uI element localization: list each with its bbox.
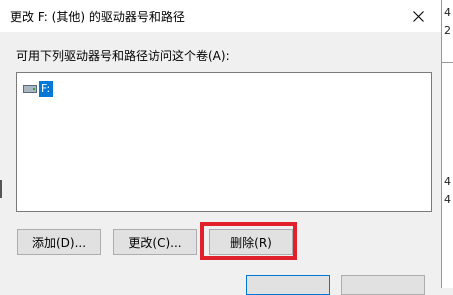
background-window-strip: 4 2 4 4: [442, 0, 453, 288]
ok-button[interactable]: [246, 275, 330, 295]
close-button[interactable]: [395, 0, 441, 32]
background-text: 4: [444, 6, 451, 19]
list-item[interactable]: F:: [23, 80, 54, 97]
add-button[interactable]: 添加(D)...: [17, 229, 101, 255]
list-item-label: F:: [39, 80, 54, 97]
change-button[interactable]: 更改(C)...: [113, 229, 197, 255]
cancel-button[interactable]: [341, 275, 425, 295]
drive-path-list[interactable]: F:: [16, 72, 432, 212]
background-text: 2: [444, 24, 451, 37]
window-edge-mark: [0, 180, 2, 198]
background-text: 4: [444, 193, 451, 206]
volume-access-label: 可用下列驱动器号和路径访问这个卷(A):: [16, 49, 230, 63]
title-bar[interactable]: 更改 F: (其他) 的驱动器号和路径: [0, 0, 441, 32]
background-text: 4: [444, 175, 451, 188]
background-divider: [442, 62, 453, 63]
change-drive-letter-dialog: 更改 F: (其他) 的驱动器号和路径 可用下列驱动器号和路径访问这个卷(A):…: [0, 0, 442, 295]
highlight-box: [200, 222, 297, 260]
window-title: 更改 F: (其他) 的驱动器号和路径: [10, 10, 185, 24]
close-icon: [412, 10, 424, 22]
drive-icon: [23, 84, 37, 93]
